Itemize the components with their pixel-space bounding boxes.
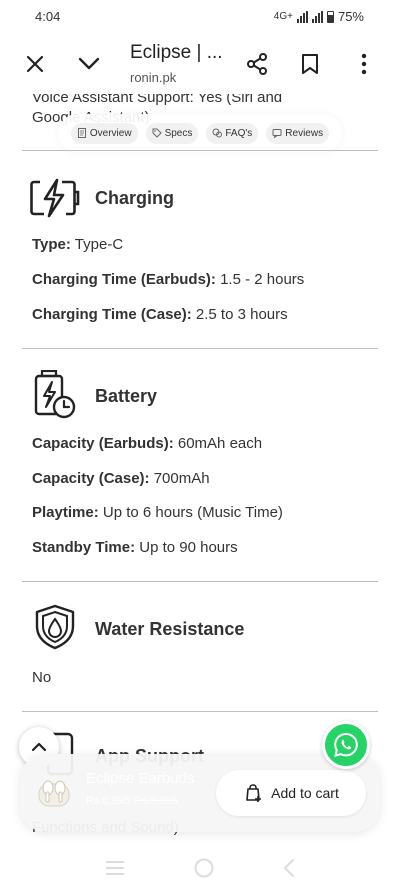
- bookmark-button[interactable]: [294, 48, 326, 80]
- cart-add-icon: [246, 784, 262, 802]
- chevron-up-icon: [31, 742, 47, 752]
- more-menu-button[interactable]: [348, 48, 380, 80]
- product-thumbnail[interactable]: [34, 774, 74, 812]
- chip-overview[interactable]: Overview: [70, 122, 138, 144]
- spec-row: Capacity (Earbuds): 60mAh each: [32, 435, 263, 452]
- recent-apps-icon[interactable]: [104, 860, 126, 876]
- divider: [22, 348, 378, 349]
- status-time: 4:04: [35, 9, 61, 24]
- section-title-battery: Battery: [95, 386, 158, 406]
- battery-level: 75%: [337, 9, 364, 24]
- divider: [22, 581, 378, 582]
- whatsapp-button[interactable]: [322, 721, 370, 769]
- browser-toolbar: Eclipse | ... ronin.pk: [0, 34, 400, 94]
- charging-icon: [30, 178, 80, 218]
- bookmark-icon: [302, 54, 318, 74]
- signal-icon: [296, 10, 308, 23]
- spec-row: Type: Type-C: [32, 236, 124, 253]
- divider: [22, 711, 378, 712]
- section-title-water-resistance: Water Resistance: [95, 619, 245, 639]
- current-price: Rs.6,995: [86, 795, 131, 807]
- section-nav: Overview Specs FAQ's Reviews: [58, 114, 342, 152]
- close-icon: [26, 55, 44, 73]
- water-shield-icon: [35, 604, 75, 650]
- spec-row: Playtime: Up to 6 hours (Music Time): [32, 504, 283, 521]
- spec-row: Charging Time (Earbuds): 1.5 - 2 hours: [32, 271, 305, 288]
- system-nav-bar: [0, 846, 400, 890]
- add-to-cart-button[interactable]: Add to cart: [216, 770, 366, 816]
- cart-product-name: Eclipse Earbuds: [86, 770, 195, 787]
- collapse-button[interactable]: [73, 48, 105, 80]
- document-icon: [77, 128, 86, 138]
- more-vertical-icon: [361, 53, 367, 75]
- close-button[interactable]: [19, 48, 51, 80]
- chat-icon: [212, 128, 223, 138]
- network-label: 4G+: [273, 11, 293, 22]
- signal-icon-2: [311, 10, 323, 23]
- old-price: Rs.9,995: [134, 795, 179, 807]
- sticky-cart-bar: Eclipse Earbuds Rs.6,995 Rs.9,995 Add to …: [20, 754, 380, 832]
- chip-faqs[interactable]: FAQ's: [206, 122, 259, 144]
- chip-specs[interactable]: Specs: [145, 122, 199, 144]
- home-icon[interactable]: [193, 857, 215, 879]
- page-title: Eclipse | ...: [130, 42, 223, 63]
- battery-icon: [326, 10, 334, 23]
- spec-row: Charging Time (Case): 2.5 to 3 hours: [32, 306, 288, 323]
- spec-row: Capacity (Case): 700mAh: [32, 470, 210, 487]
- back-icon[interactable]: [282, 858, 296, 878]
- divider: [22, 150, 378, 151]
- chip-reviews[interactable]: Reviews: [266, 122, 330, 144]
- add-to-cart-label: Add to cart: [271, 785, 339, 801]
- battery-clock-icon: [34, 370, 76, 419]
- chevron-down-icon: [78, 57, 100, 70]
- spec-row: Standby Time: Up to 90 hours: [32, 539, 238, 556]
- whatsapp-icon: [334, 732, 358, 757]
- tag-icon: [152, 128, 162, 138]
- page-domain: ronin.pk: [130, 70, 177, 85]
- status-bar: 4:04 4G+ 75%: [0, 0, 400, 34]
- cart-price: Rs.6,995 Rs.9,995: [86, 795, 178, 807]
- share-icon: [247, 53, 267, 75]
- share-button[interactable]: [241, 48, 273, 80]
- message-icon: [272, 129, 282, 138]
- section-title-charging: Charging: [95, 188, 174, 208]
- spec-value: No: [32, 669, 52, 686]
